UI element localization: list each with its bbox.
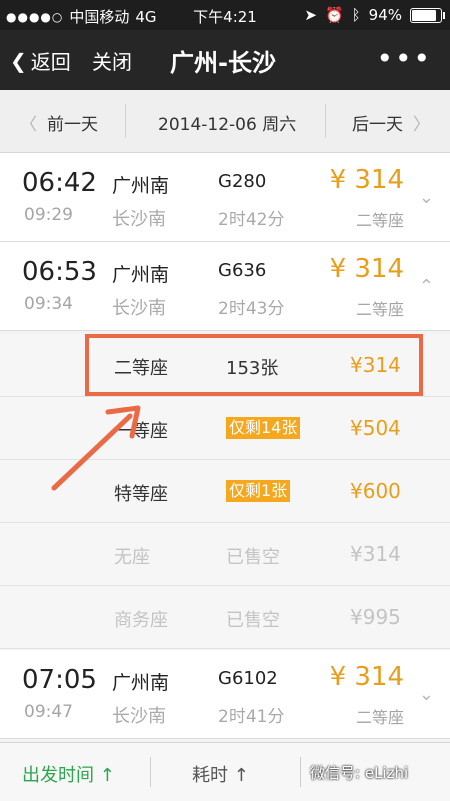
price: ¥ 314 <box>329 165 404 195</box>
location-icon: ➤ <box>304 6 317 24</box>
chevron-down-icon[interactable]: ⌄ <box>419 187 434 208</box>
arrival-time: 09:34 <box>24 294 73 314</box>
seat-row: 商务座 已售空 ¥995 <box>0 586 450 649</box>
seat-class: 二等座 <box>355 211 404 230</box>
chevron-left-icon: 〈 <box>20 115 37 135</box>
to-station: 长沙南 <box>112 298 166 319</box>
seat-price: ¥314 <box>350 353 401 377</box>
watermark: 微信号: eLizhi <box>310 764 409 782</box>
next-day-label: 后一天 <box>352 115 403 135</box>
date-bar: 〈 前一天 2014-12-06 周六 后一天 〉 <box>0 90 450 153</box>
close-button[interactable]: 关闭 <box>92 46 132 75</box>
limited-badge: 仅剩1张 <box>226 480 291 502</box>
train-row[interactable]: 06:42 09:29 广州南 长沙南 G280 2时42分 ¥ 314 二等座… <box>0 153 450 242</box>
limited-badge: 仅剩14张 <box>226 417 301 439</box>
duration: 2时43分 <box>218 299 285 319</box>
current-date[interactable]: 2014-12-06 周六 <box>158 110 296 135</box>
status-right: ➤ ⏰ ᛒ 94% <box>304 6 445 24</box>
seat-name: 一等座 <box>114 421 168 442</box>
price: ¥ 314 <box>329 662 404 692</box>
back-button[interactable]: ❮ 返回 <box>10 46 71 75</box>
to-station: 长沙南 <box>112 706 166 727</box>
seat-row[interactable]: 特等座 仅剩1张 ¥600 <box>0 460 450 523</box>
battery-icon <box>410 7 445 23</box>
next-day-button[interactable]: 后一天 〉 <box>352 110 430 135</box>
seat-class: 二等座 <box>355 300 404 319</box>
divider <box>125 104 126 138</box>
seat-class: 二等座 <box>355 708 404 727</box>
status-bar: ●●●●○ 中国移动 4G 下午4:21 ➤ ⏰ ᛒ 94% <box>0 0 450 30</box>
train-row[interactable]: 07:05 09:47 广州南 长沙南 G6102 2时41分 ¥ 314 二等… <box>0 650 450 739</box>
seat-availability: 已售空 <box>226 547 280 568</box>
seat-name: 二等座 <box>114 358 168 379</box>
departure-time: 07:05 <box>22 665 97 695</box>
departure-time: 06:42 <box>22 168 97 198</box>
from-station: 广州南 <box>112 672 170 694</box>
page-title: 广州-长沙 <box>170 49 276 77</box>
prev-day-button[interactable]: 〈 前一天 <box>20 110 98 135</box>
chevron-up-icon[interactable]: ⌃ <box>419 276 434 297</box>
seat-row[interactable]: 二等座 153张 ¥314 <box>0 334 450 397</box>
more-icon[interactable]: ••• <box>376 42 432 75</box>
duration: 2时42分 <box>218 210 285 230</box>
seat-name: 无座 <box>114 547 150 568</box>
seat-price: ¥314 <box>350 542 401 566</box>
from-station: 广州南 <box>112 264 170 286</box>
arrival-time: 09:47 <box>24 702 73 722</box>
battery-percent: 94% <box>368 6 402 24</box>
prev-day-label: 前一天 <box>47 115 98 135</box>
alarm-icon: ⏰ <box>324 6 344 24</box>
seat-availability: 153张 <box>226 358 279 379</box>
chevron-left-icon: ❮ <box>10 48 27 73</box>
price: ¥ 314 <box>329 254 404 284</box>
departure-time: 06:53 <box>22 257 97 287</box>
back-label: 返回 <box>30 50 71 74</box>
duration: 2时41分 <box>218 707 285 727</box>
from-station: 广州南 <box>112 175 170 197</box>
seat-price: ¥504 <box>350 416 401 440</box>
nav-bar: ❮ 返回 关闭 广州-长沙 ••• <box>0 30 450 90</box>
divider <box>325 104 326 138</box>
seat-row[interactable]: 一等座 仅剩14张 ¥504 <box>0 397 450 460</box>
arrival-time: 09:29 <box>24 205 73 225</box>
chevron-down-icon[interactable]: ⌄ <box>419 684 434 705</box>
sort-duration-button[interactable]: 耗时 ↑ <box>192 761 249 787</box>
seat-name: 特等座 <box>114 484 168 505</box>
battery-fill <box>412 9 437 21</box>
to-station: 长沙南 <box>112 209 166 230</box>
chevron-right-icon: 〉 <box>413 115 430 135</box>
sort-departure-button[interactable]: 出发时间 ↑ <box>22 761 115 787</box>
seat-row: 无座 已售空 ¥314 <box>0 523 450 586</box>
seat-availability: 已售空 <box>226 610 280 631</box>
seat-price: ¥600 <box>350 479 401 503</box>
train-number: G280 <box>218 171 267 192</box>
bluetooth-icon: ᛒ <box>351 6 361 24</box>
divider <box>150 757 151 787</box>
seat-price: ¥995 <box>350 605 401 629</box>
divider <box>300 757 301 787</box>
train-row[interactable]: 06:53 09:34 广州南 长沙南 G636 2时43分 ¥ 314 二等座… <box>0 242 450 331</box>
train-number: G6102 <box>218 668 278 689</box>
train-number: G636 <box>218 260 267 281</box>
seat-name: 商务座 <box>114 610 168 631</box>
